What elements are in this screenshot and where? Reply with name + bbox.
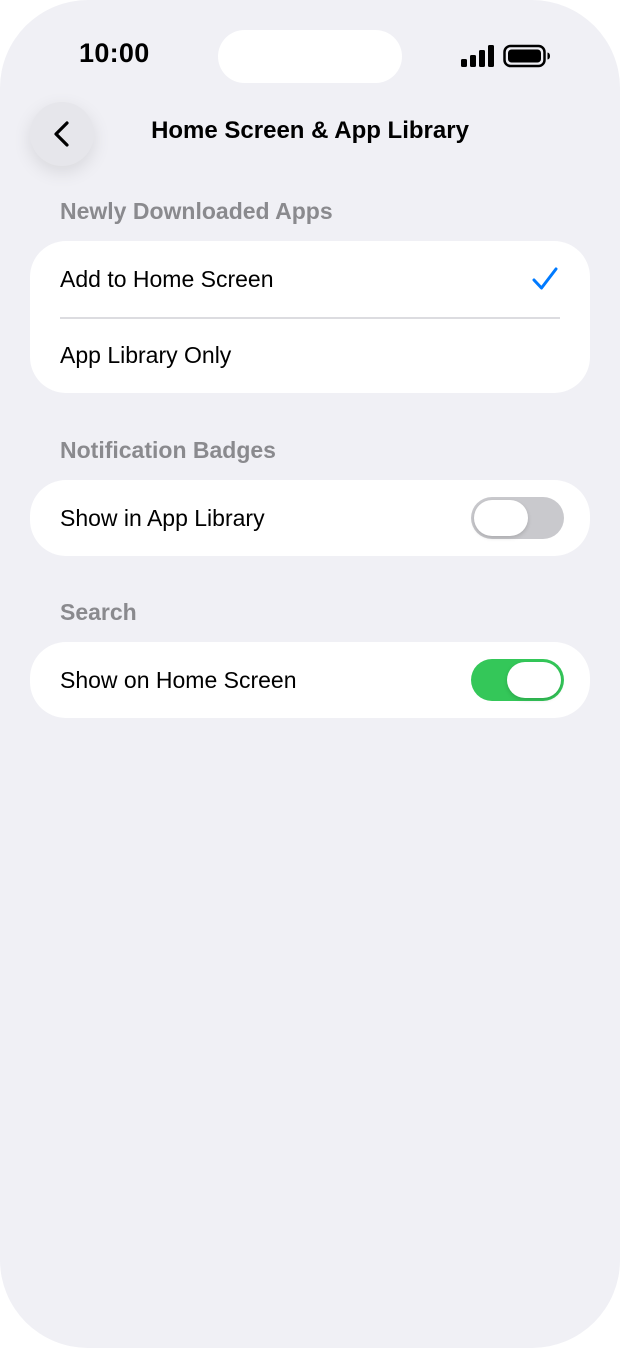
search-group: Show on Home Screen: [30, 642, 590, 718]
option-label: App Library Only: [60, 341, 232, 368]
section-header-notification-badges: Notification Badges: [60, 437, 276, 463]
cellular-signal-icon: [461, 45, 494, 67]
newly-downloaded-group: Add to Home Screen App Library Only: [30, 241, 590, 393]
section-header-search: Search: [60, 599, 137, 625]
option-label: Add to Home Screen: [60, 265, 274, 292]
show-on-home-screen-toggle[interactable]: [471, 659, 564, 701]
section-header-newly-downloaded: Newly Downloaded Apps: [60, 198, 333, 224]
dynamic-island: [218, 30, 402, 83]
row-show-on-home-screen: Show on Home Screen: [30, 642, 590, 718]
battery-icon: [503, 44, 550, 68]
row-divider: [60, 317, 560, 319]
option-app-library-only[interactable]: App Library Only: [30, 317, 590, 393]
toggle-knob: [474, 500, 528, 536]
toggle-knob: [507, 662, 561, 698]
status-time: 10:00: [79, 38, 150, 68]
notification-badges-group: Show in App Library: [30, 480, 590, 556]
checkmark-icon: [532, 267, 558, 290]
row-label: Show in App Library: [60, 504, 265, 531]
row-label: Show on Home Screen: [60, 666, 297, 693]
phone-screen: 10:00 Home Screen & App Library Newly Do…: [0, 0, 620, 1348]
page-title: Home Screen & App Library: [151, 117, 469, 144]
option-add-to-home-screen[interactable]: Add to Home Screen: [30, 241, 590, 317]
row-show-in-app-library: Show in App Library: [30, 480, 590, 556]
show-in-app-library-toggle[interactable]: [471, 497, 564, 539]
